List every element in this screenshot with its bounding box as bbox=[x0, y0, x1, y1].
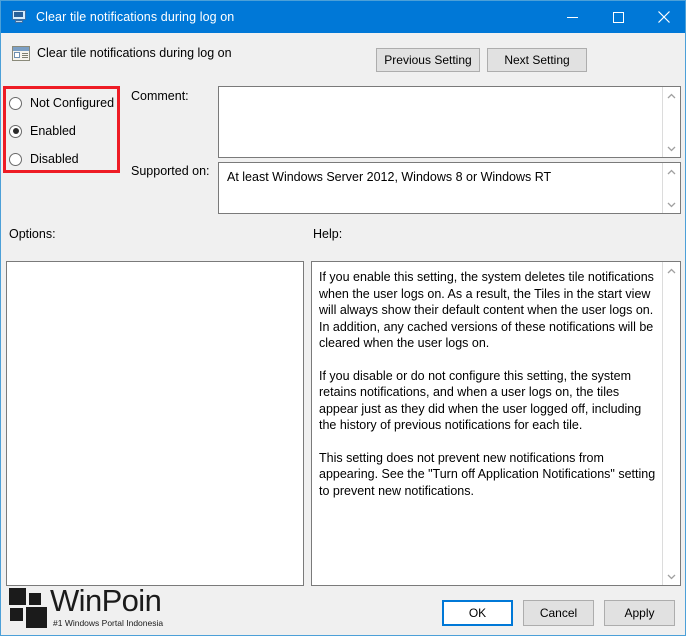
title-bar: Clear tile notifications during log on bbox=[1, 1, 685, 33]
chevron-down-icon[interactable] bbox=[663, 140, 680, 157]
logo-square bbox=[9, 588, 26, 605]
cancel-button[interactable]: Cancel bbox=[523, 600, 594, 626]
policy-setting-icon bbox=[12, 44, 30, 62]
radio-label-not-configured: Not Configured bbox=[30, 96, 115, 110]
help-panel: If you enable this setting, the system d… bbox=[311, 261, 681, 586]
window-controls bbox=[549, 1, 685, 33]
help-paragraph: If you disable or do not configure this … bbox=[319, 368, 642, 433]
chevron-down-icon[interactable] bbox=[663, 568, 680, 585]
window-title: Clear tile notifications during log on bbox=[36, 10, 235, 24]
options-panel[interactable] bbox=[6, 261, 304, 586]
radio-not-configured[interactable]: Not Configured bbox=[9, 89, 119, 117]
radio-icon-not-configured bbox=[9, 96, 22, 110]
help-text: If you enable this setting, the system d… bbox=[319, 269, 660, 499]
help-scrollbar[interactable] bbox=[662, 262, 680, 585]
winpoin-watermark: WinPoin #1 Windows Portal Indonesia bbox=[9, 583, 189, 634]
radio-label-enabled: Enabled bbox=[30, 124, 76, 138]
radio-label-disabled: Disabled bbox=[30, 152, 79, 166]
supported-on-scrollbar[interactable] bbox=[662, 163, 680, 213]
radio-enabled[interactable]: Enabled bbox=[9, 117, 119, 145]
comment-label: Comment: bbox=[131, 89, 189, 103]
comment-input[interactable] bbox=[218, 86, 681, 158]
monitor-icon bbox=[10, 9, 28, 25]
watermark-tagline: #1 Windows Portal Indonesia bbox=[53, 618, 164, 628]
help-label: Help: bbox=[313, 227, 343, 241]
supported-on-label: Supported on: bbox=[131, 164, 210, 178]
next-setting-button[interactable]: Next Setting bbox=[487, 48, 587, 72]
comment-scrollbar[interactable] bbox=[662, 87, 680, 157]
options-label: Options: bbox=[9, 227, 56, 241]
previous-setting-button[interactable]: Previous Setting bbox=[376, 48, 480, 72]
logo-square bbox=[29, 593, 41, 605]
supported-on-value: At least Windows Server 2012, Windows 8 … bbox=[227, 170, 552, 184]
watermark-name: WinPoin bbox=[50, 583, 162, 618]
supported-on-field[interactable]: At least Windows Server 2012, Windows 8 … bbox=[218, 162, 681, 214]
minimize-icon[interactable] bbox=[549, 1, 595, 33]
radio-disabled[interactable]: Disabled bbox=[9, 145, 119, 173]
close-icon[interactable] bbox=[641, 1, 685, 33]
setting-title: Clear tile notifications during log on bbox=[37, 46, 232, 60]
state-radio-group: Not Configured Enabled Disabled bbox=[9, 89, 119, 173]
apply-button[interactable]: Apply bbox=[604, 600, 675, 626]
radio-icon-enabled bbox=[9, 124, 22, 138]
chevron-up-icon[interactable] bbox=[663, 87, 680, 104]
chevron-down-icon[interactable] bbox=[663, 196, 680, 213]
help-paragraph: This setting does not prevent new notifi… bbox=[319, 450, 656, 498]
logo-square bbox=[10, 608, 23, 621]
maximize-icon[interactable] bbox=[595, 1, 641, 33]
logo-square bbox=[26, 607, 47, 628]
ok-button[interactable]: OK bbox=[442, 600, 513, 626]
chevron-up-icon[interactable] bbox=[663, 163, 680, 180]
help-paragraph: If you enable this setting, the system d… bbox=[319, 270, 654, 350]
chevron-up-icon[interactable] bbox=[663, 262, 680, 279]
group-policy-setting-dialog: Clear tile notifications during log on C… bbox=[0, 0, 686, 636]
radio-icon-disabled bbox=[9, 152, 22, 166]
